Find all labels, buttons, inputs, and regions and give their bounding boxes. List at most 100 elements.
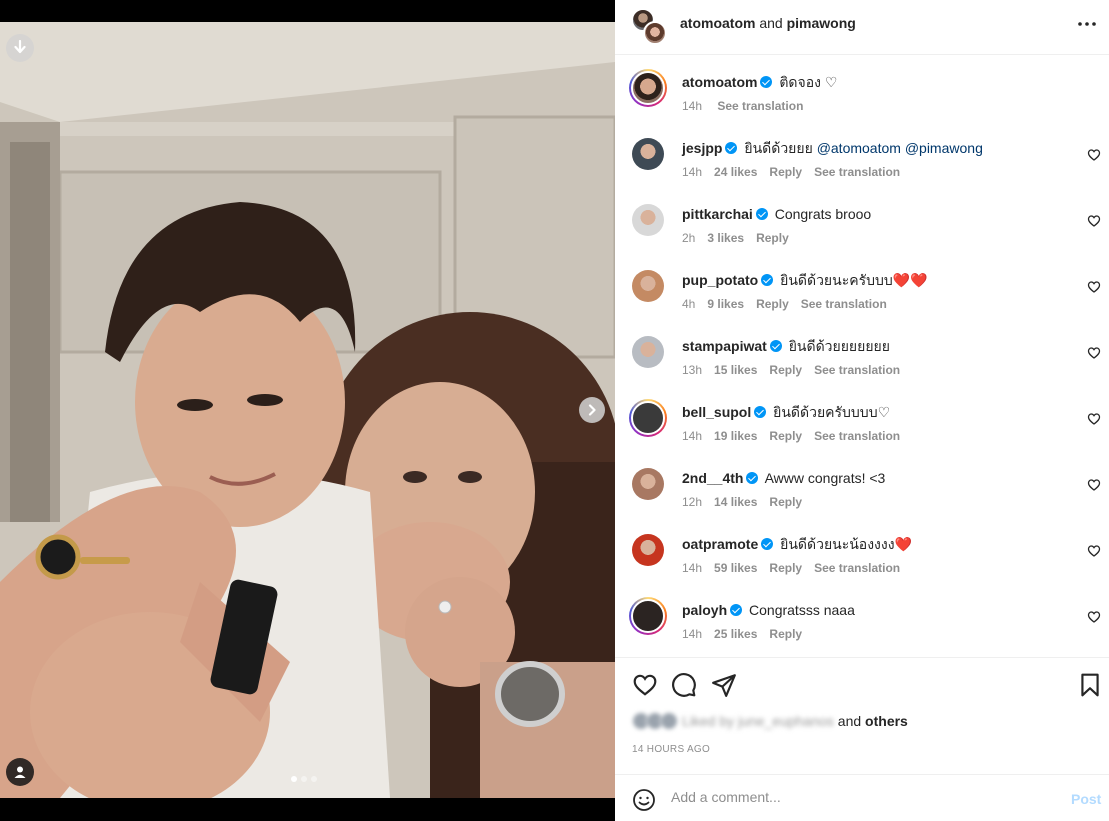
comment-username[interactable]: stampapiwat: [682, 338, 767, 354]
post-media: [0, 0, 615, 821]
see-translation-link[interactable]: See translation: [814, 561, 900, 575]
reply-button[interactable]: Reply: [769, 165, 802, 179]
comment-time: 14h: [682, 561, 703, 575]
slide-dot: [291, 776, 297, 782]
heart-icon[interactable]: [632, 672, 658, 698]
next-slide-button[interactable]: [579, 397, 605, 423]
caption-heart: ♡: [824, 74, 838, 90]
avatar[interactable]: [632, 204, 664, 236]
reply-button[interactable]: Reply: [769, 363, 802, 377]
avatar[interactable]: [629, 597, 667, 635]
comment-heart-icon[interactable]: [1087, 412, 1101, 426]
likes-summary[interactable]: Liked by june_euphanos and others: [632, 712, 908, 730]
comment-row: oatpramote ยินดีด้วยนะน้องงงง❤️ 14h 59 lik…: [615, 534, 1109, 594]
action-bar: [615, 657, 1109, 697]
see-translation-link[interactable]: See translation: [814, 363, 900, 377]
comments-list[interactable]: atomoatom ติดจอง ♡ 14h See translation j…: [615, 56, 1109, 657]
comment-likes[interactable]: 25 likes: [714, 627, 757, 641]
comment-heart-icon[interactable]: [1087, 346, 1101, 360]
post-authors: atomoatom and pimawong: [680, 15, 856, 31]
avatar[interactable]: [632, 468, 664, 500]
avatar[interactable]: [629, 69, 667, 107]
comment-text: ยินดีด้วยนะครับบบ❤️❤️: [780, 272, 928, 288]
comment-heart-icon[interactable]: [1087, 148, 1101, 162]
verified-badge-icon: [755, 208, 768, 220]
owner-username[interactable]: atomoatom: [680, 15, 755, 31]
mention-link[interactable]: @atomoatom: [817, 140, 901, 156]
comment-row: bell_supol ยินดีด้วยครับบบบ♡ 14h 19 likes R…: [615, 399, 1109, 462]
post-photo[interactable]: [0, 22, 615, 798]
comment-likes[interactable]: 9 likes: [707, 297, 744, 311]
reply-button[interactable]: Reply: [769, 495, 802, 509]
send-icon[interactable]: [711, 672, 737, 698]
comment-likes[interactable]: 59 likes: [714, 561, 757, 575]
reply-button[interactable]: Reply: [769, 561, 802, 575]
comment-input[interactable]: [671, 789, 1051, 805]
comment-text: ยินดีด้วยยย: [744, 140, 813, 156]
comment-likes[interactable]: 24 likes: [714, 165, 757, 179]
likes-others-link[interactable]: others: [865, 713, 908, 729]
comment-username[interactable]: 2nd__4th: [682, 470, 743, 486]
comment-username[interactable]: paloyh: [682, 602, 727, 618]
avatar[interactable]: [632, 270, 664, 302]
comment-likes[interactable]: 14 likes: [714, 495, 757, 509]
comment-time: 14h: [682, 429, 703, 443]
download-button[interactable]: [6, 34, 34, 62]
comment-icon[interactable]: [671, 672, 697, 698]
comment-time: 4h: [682, 297, 696, 311]
comment-heart-icon[interactable]: [1087, 544, 1101, 558]
comment-username[interactable]: pup_potato: [682, 272, 758, 288]
more-options-button[interactable]: [1076, 13, 1098, 35]
photo-scene: [0, 22, 615, 798]
comment-heart-icon[interactable]: [1087, 280, 1101, 294]
comment-time: 14h: [682, 627, 703, 641]
comment-text: ยินดีด้วยครับบบบ♡: [773, 404, 891, 420]
see-translation-link[interactable]: See translation: [814, 165, 900, 179]
comment-text: Congrats brooo: [774, 206, 872, 222]
bookmark-icon[interactable]: [1077, 672, 1103, 698]
tagged-users-button[interactable]: [6, 758, 34, 786]
likes-joiner: and: [837, 713, 862, 729]
comment-username[interactable]: oatpramote: [682, 536, 758, 552]
verified-badge-icon: [754, 406, 767, 418]
verified-badge-icon: [746, 472, 759, 484]
comment-text: ยินดีด้วยนะน้องงงง❤️: [780, 536, 912, 552]
comment-likes[interactable]: 15 likes: [714, 363, 757, 377]
comment-time: 2h: [682, 231, 696, 245]
avatar[interactable]: [632, 138, 664, 170]
see-translation-link[interactable]: See translation: [717, 99, 803, 113]
avatar[interactable]: [632, 336, 664, 368]
verified-badge-icon: [725, 142, 738, 154]
chevron-right-icon: [588, 404, 596, 416]
caption-time: 14h: [682, 99, 703, 113]
comment-heart-icon[interactable]: [1087, 478, 1101, 492]
see-translation-link[interactable]: See translation: [801, 297, 887, 311]
reply-button[interactable]: Reply: [769, 429, 802, 443]
comment-text: Awww congrats! <3: [764, 470, 886, 486]
caption-username[interactable]: atomoatom: [682, 74, 757, 90]
comment-time: 14h: [682, 165, 703, 179]
reply-button[interactable]: Reply: [769, 627, 802, 641]
comment-row: pup_potato ยินดีด้วยนะครับบบ❤️❤️ 4h 9 like…: [615, 270, 1109, 330]
comment-likes[interactable]: 19 likes: [714, 429, 757, 443]
comment-heart-icon[interactable]: [1087, 610, 1101, 624]
comment-username[interactable]: pittkarchai: [682, 206, 753, 222]
post-button[interactable]: Post: [1071, 791, 1101, 807]
avatar[interactable]: [629, 399, 667, 437]
see-translation-link[interactable]: See translation: [814, 429, 900, 443]
comment-username[interactable]: bell_supol: [682, 404, 751, 420]
collab-avatars[interactable]: [631, 8, 667, 45]
avatar[interactable]: [632, 534, 664, 566]
comment-heart-icon[interactable]: [1087, 214, 1101, 228]
comment-text: ยินดีด้วยยยยยยย: [788, 338, 890, 354]
comment-likes[interactable]: 3 likes: [707, 231, 744, 245]
verified-badge-icon: [760, 76, 773, 88]
mention-link[interactable]: @pimawong: [905, 140, 983, 156]
comment-username[interactable]: jesjpp: [682, 140, 722, 156]
reply-button[interactable]: Reply: [756, 297, 789, 311]
reply-button[interactable]: Reply: [756, 231, 789, 245]
liked-by-text: Liked by june_euphanos: [682, 713, 834, 729]
smiley-icon[interactable]: [632, 788, 656, 812]
collaborator-username[interactable]: pimawong: [787, 15, 856, 31]
verified-badge-icon: [769, 340, 782, 352]
